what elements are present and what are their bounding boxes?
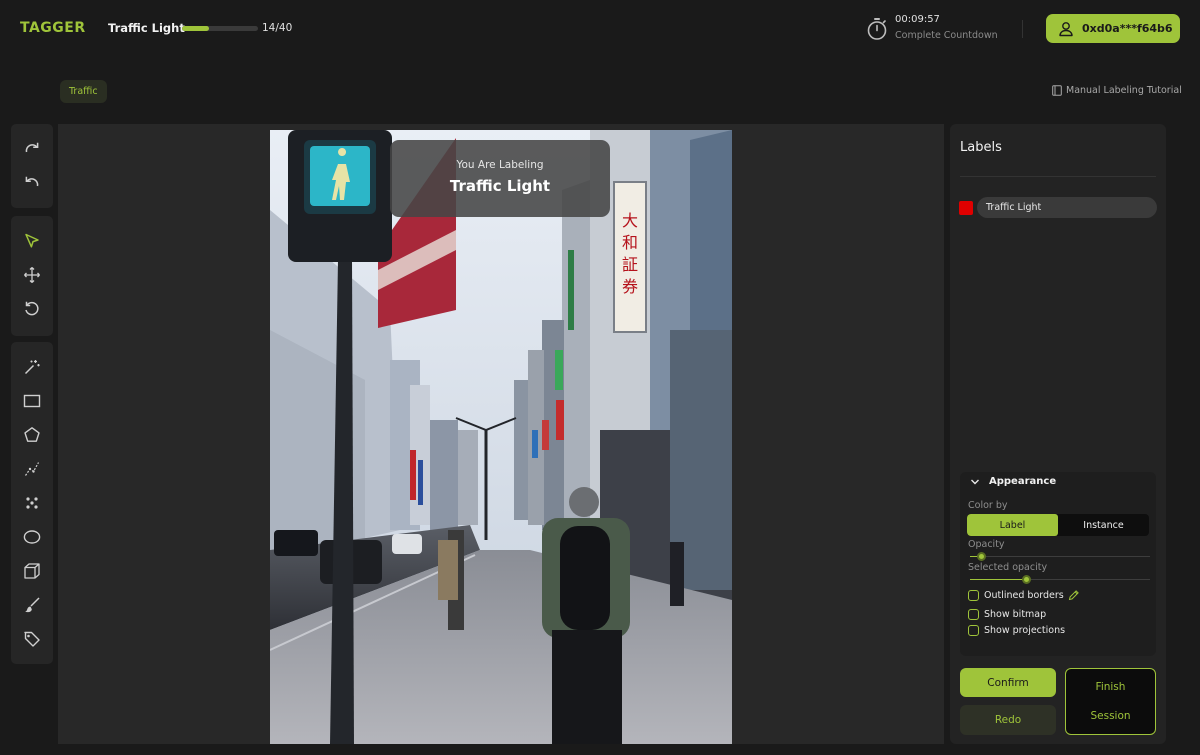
- wallet-address: 0xd0a***f64b6: [1082, 22, 1173, 35]
- checkbox-box[interactable]: [968, 609, 979, 620]
- undo-tool[interactable]: [21, 172, 43, 194]
- polygon-tool[interactable]: [21, 424, 43, 446]
- header-divider: [1022, 20, 1023, 38]
- banner-subtitle: You Are Labeling: [456, 159, 544, 171]
- opacity-slider[interactable]: [970, 552, 1150, 561]
- navigation-toolgroup: [11, 216, 53, 336]
- label-color-swatch: [959, 200, 973, 215]
- appearance-title: Appearance: [989, 476, 1057, 487]
- labels-title: Labels: [960, 140, 1002, 155]
- book-icon: [1052, 85, 1062, 96]
- show-projections-checkbox[interactable]: Show projections: [968, 625, 1065, 636]
- color-by-toggle: Label Instance: [967, 514, 1149, 536]
- labeling-banner: You Are Labeling Traffic Light: [390, 140, 610, 217]
- rectangle-tool[interactable]: [21, 390, 43, 412]
- points-tool[interactable]: [21, 492, 43, 514]
- selected-opacity-slider[interactable]: [970, 575, 1150, 584]
- outlined-borders-checkbox[interactable]: Outlined borders: [968, 590, 1079, 601]
- sign-char-3: 証: [622, 255, 638, 274]
- app-logo: TAGGER: [20, 20, 86, 36]
- ellipse-icon: [23, 530, 41, 544]
- redo-icon: [25, 142, 39, 153]
- rectangle-icon: [23, 394, 41, 408]
- category-tag[interactable]: Traffic: [60, 80, 107, 103]
- cursor-icon: [25, 233, 39, 248]
- annotation-toolgroup: [11, 342, 53, 664]
- move-icon: [24, 267, 40, 283]
- checkbox-box[interactable]: [968, 590, 979, 601]
- opacity-label: Opacity: [968, 539, 1005, 550]
- finish-session-button[interactable]: Finish Session: [1065, 668, 1156, 735]
- ellipse-tool[interactable]: [21, 526, 43, 548]
- brush-tool[interactable]: [21, 594, 43, 616]
- reset-tool[interactable]: [21, 298, 43, 320]
- cuboid-icon: [24, 563, 40, 579]
- outlined-borders-label: Outlined borders: [984, 590, 1064, 601]
- select-tool[interactable]: [21, 230, 43, 252]
- confirm-button[interactable]: Confirm: [960, 668, 1056, 697]
- tag-icon: [24, 631, 40, 647]
- street-scene-image: 大 和 証 券: [270, 130, 732, 744]
- chevron-down-icon: [971, 479, 979, 484]
- selected-opacity-slider-fill: [970, 579, 1024, 580]
- label-name: Traffic Light: [977, 197, 1157, 218]
- redo-tool[interactable]: [21, 138, 43, 160]
- appearance-toggle[interactable]: Appearance: [970, 476, 1056, 487]
- color-by-instance-option[interactable]: Instance: [1058, 514, 1149, 536]
- sign-char-2: 和: [622, 233, 638, 252]
- tutorial-label: Manual Labeling Tutorial: [1066, 85, 1182, 96]
- polyline-icon: [25, 462, 40, 476]
- polyline-tool[interactable]: [21, 458, 43, 480]
- tag-tool[interactable]: [21, 628, 43, 650]
- task-progress-bar: [182, 26, 258, 31]
- countdown-label: Complete Countdown: [895, 30, 998, 41]
- reset-icon: [25, 301, 39, 316]
- opacity-slider-thumb[interactable]: [977, 552, 986, 561]
- show-bitmap-label: Show bitmap: [984, 609, 1047, 620]
- move-tool[interactable]: [21, 264, 43, 286]
- checkbox-box[interactable]: [968, 625, 979, 636]
- tutorial-link[interactable]: Manual Labeling Tutorial: [1052, 85, 1182, 96]
- cuboid-tool[interactable]: [21, 560, 43, 582]
- magic-wand-icon: [24, 360, 40, 375]
- street-photo[interactable]: 大 和 証 券 You Are Labeling Traffic Light: [270, 130, 732, 744]
- polygon-icon: [24, 427, 40, 442]
- top-bar: TAGGER Traffic Light 14/40 00:09:57 Comp…: [0, 0, 1200, 58]
- selected-opacity-slider-thumb[interactable]: [1022, 575, 1031, 584]
- task-title: Traffic Light: [108, 21, 185, 35]
- finish-line-2: Session: [1090, 709, 1131, 722]
- appearance-section: Appearance Color by Label Instance Opaci…: [960, 472, 1156, 656]
- show-projections-label: Show projections: [984, 625, 1066, 636]
- label-item[interactable]: Traffic Light: [959, 197, 1157, 218]
- undo-icon: [25, 176, 39, 187]
- history-toolgroup: [11, 124, 53, 208]
- pencil-icon[interactable]: [1068, 590, 1079, 601]
- labels-divider: [960, 176, 1156, 177]
- sign-char-4: 券: [622, 277, 638, 296]
- task-progress-text: 14/40: [262, 22, 293, 34]
- user-icon: [1059, 21, 1073, 36]
- banner-title: Traffic Light: [449, 177, 551, 195]
- color-by-label-option[interactable]: Label: [967, 514, 1058, 536]
- countdown-value: 00:09:57: [895, 14, 940, 25]
- task-progress-fill: [182, 26, 209, 31]
- points-icon: [26, 497, 38, 509]
- magic-wand-tool[interactable]: [21, 356, 43, 378]
- stopwatch-icon: [867, 18, 887, 40]
- color-by-label: Color by: [968, 500, 1008, 511]
- redo-button[interactable]: Redo: [960, 705, 1056, 735]
- selected-opacity-label: Selected opacity: [968, 562, 1048, 573]
- show-bitmap-checkbox[interactable]: Show bitmap: [968, 609, 1046, 620]
- brush-icon: [25, 597, 40, 613]
- wallet-button[interactable]: 0xd0a***f64b6: [1046, 14, 1180, 43]
- sign-char-1: 大: [622, 211, 638, 230]
- labeling-canvas[interactable]: 大 和 証 券 You Are Labeling Traffic Light: [58, 124, 944, 744]
- finish-line-1: Finish: [1095, 680, 1126, 693]
